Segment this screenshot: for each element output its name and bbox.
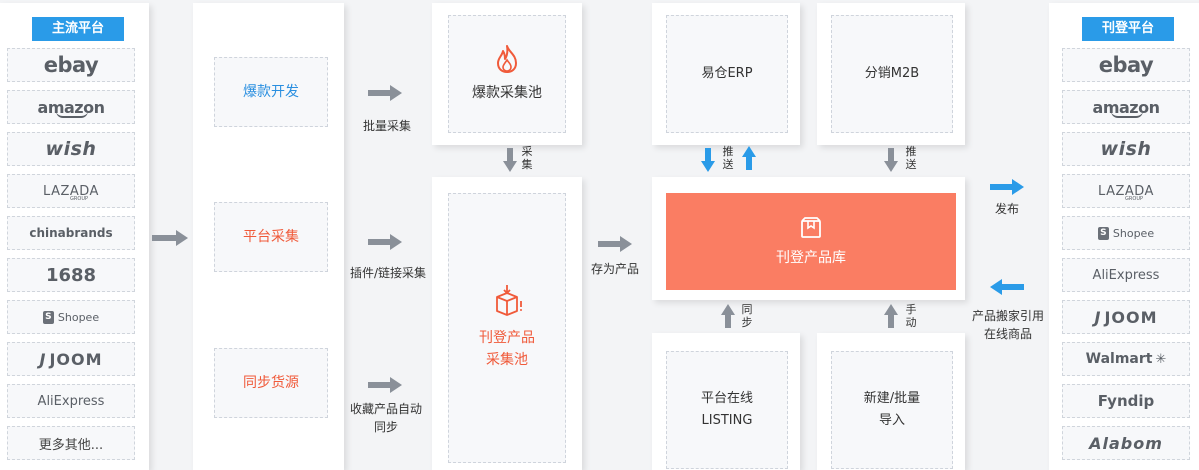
m2b-card: 分销M2B	[817, 3, 965, 145]
listing-sync-up-arrow	[721, 304, 735, 328]
publish-platforms-title: 刊登平台	[1082, 17, 1174, 41]
joom-j-icon: J	[1094, 307, 1102, 327]
publish-platforms-panel: 刊登平台 ebay amazon wish LAZADA GROUP S Shope…	[1049, 3, 1199, 470]
collect-pool-card: 刊登产品 采集池	[432, 177, 582, 470]
shopee-logo: S Shopee	[7, 300, 135, 334]
m2b-push-down-arrow	[884, 148, 898, 172]
more-platforms: 更多其他...	[7, 426, 135, 460]
hot-product-pool-card: 爆款采集池	[432, 3, 582, 145]
alabom-logo: Alabom	[1062, 426, 1190, 460]
plugin-collect-arrow	[368, 234, 402, 250]
lazada-logo: LAZADA GROUP	[1062, 174, 1190, 208]
sync-label: 同 步	[741, 303, 753, 329]
ebay-logo: ebay	[7, 48, 135, 82]
favorite-sync-arrow	[368, 377, 402, 393]
plugin-link-collect-label: 插件/链接采集	[349, 266, 427, 280]
wish-logo: wish	[7, 132, 135, 166]
product-box-icon	[801, 216, 821, 238]
source-platforms-panel: 主流平台 ebay amazon wish LAZADA GROUP chinab…	[0, 3, 149, 470]
shopee-bag-icon: S	[1097, 226, 1109, 240]
amazon-logo: amazon	[7, 90, 135, 124]
sync-sources[interactable]: 同步货源	[214, 348, 328, 418]
joom-logo: J JOOM	[7, 342, 135, 376]
platform-online-listing[interactable]: 平台在线 LISTING	[666, 351, 788, 469]
product-library-card: 刊登产品库	[652, 177, 965, 300]
hot-product-pool[interactable]: 爆款采集池	[448, 15, 566, 133]
save-as-product-label: 存为产品	[590, 262, 639, 276]
flame-icon	[497, 45, 517, 73]
new-batch-import[interactable]: 新建/批量 导入	[831, 351, 953, 469]
collection-methods-panel: 爆款开发 平台采集 同步货源	[193, 3, 344, 470]
publish-label: 发布	[994, 202, 1019, 216]
listing-card: 平台在线 LISTING	[652, 333, 800, 470]
move-product-arrow	[990, 279, 1024, 295]
publish-product-library[interactable]: 刊登产品库	[666, 193, 956, 290]
amazon-logo: amazon	[1062, 90, 1190, 124]
amazon-smile-icon	[56, 111, 88, 118]
distribution-m2b[interactable]: 分销M2B	[831, 15, 953, 133]
batch-collect-label: 批量采集	[362, 119, 411, 133]
publish-arrow	[990, 179, 1024, 195]
lazada-logo: LAZADA GROUP	[7, 174, 135, 208]
save-as-product-arrow	[598, 236, 632, 252]
aliexpress-logo: AliExpress	[7, 384, 135, 418]
favorite-auto-sync-label: 收藏产品自动 同步	[349, 402, 422, 434]
ebay-logo: ebay	[1062, 48, 1190, 82]
joom-j-icon: J	[39, 349, 47, 369]
collect-down-arrow	[503, 148, 517, 172]
amazon-smile-icon	[1111, 111, 1143, 118]
shopee-bag-icon: S	[42, 310, 54, 324]
walmart-logo: Walmart ✳	[1062, 342, 1190, 376]
erp-push-label: 推 送	[722, 145, 734, 171]
source-platforms-title: 主流平台	[32, 17, 124, 41]
collect-label: 采 集	[521, 145, 533, 171]
hot-product-dev[interactable]: 爆款开发	[214, 57, 328, 127]
manual-import-up-arrow	[884, 304, 898, 328]
walmart-spark-icon: ✳	[1155, 351, 1167, 367]
source-to-collection-arrow	[152, 230, 188, 246]
aliexpress-logo: AliExpress	[1062, 258, 1190, 292]
wish-logo: wish	[1062, 132, 1190, 166]
fyndip-logo: Fyndip	[1062, 384, 1190, 418]
erp-card: 易仓ERP	[652, 3, 800, 145]
m2b-push-label: 推 送	[905, 145, 917, 171]
open-box-icon	[496, 285, 522, 316]
publish-collect-pool[interactable]: 刊登产品 采集池	[448, 193, 566, 463]
manual-label: 手 动	[905, 303, 917, 329]
yicang-erp[interactable]: 易仓ERP	[666, 15, 788, 133]
joom-logo: J JOOM	[1062, 300, 1190, 334]
shopee-logo: S Shopee	[1062, 216, 1190, 250]
batch-collect-arrow	[368, 85, 402, 101]
move-product-label: 产品搬家引用 在线商品	[971, 309, 1044, 341]
platform-collect[interactable]: 平台采集	[214, 202, 328, 272]
chinabrands-logo: chinabrands	[7, 216, 135, 250]
erp-push-up-arrow	[742, 146, 756, 170]
new-import-card: 新建/批量 导入	[817, 333, 965, 470]
1688-logo: 1688	[7, 258, 135, 292]
erp-push-down-arrow	[701, 148, 715, 172]
